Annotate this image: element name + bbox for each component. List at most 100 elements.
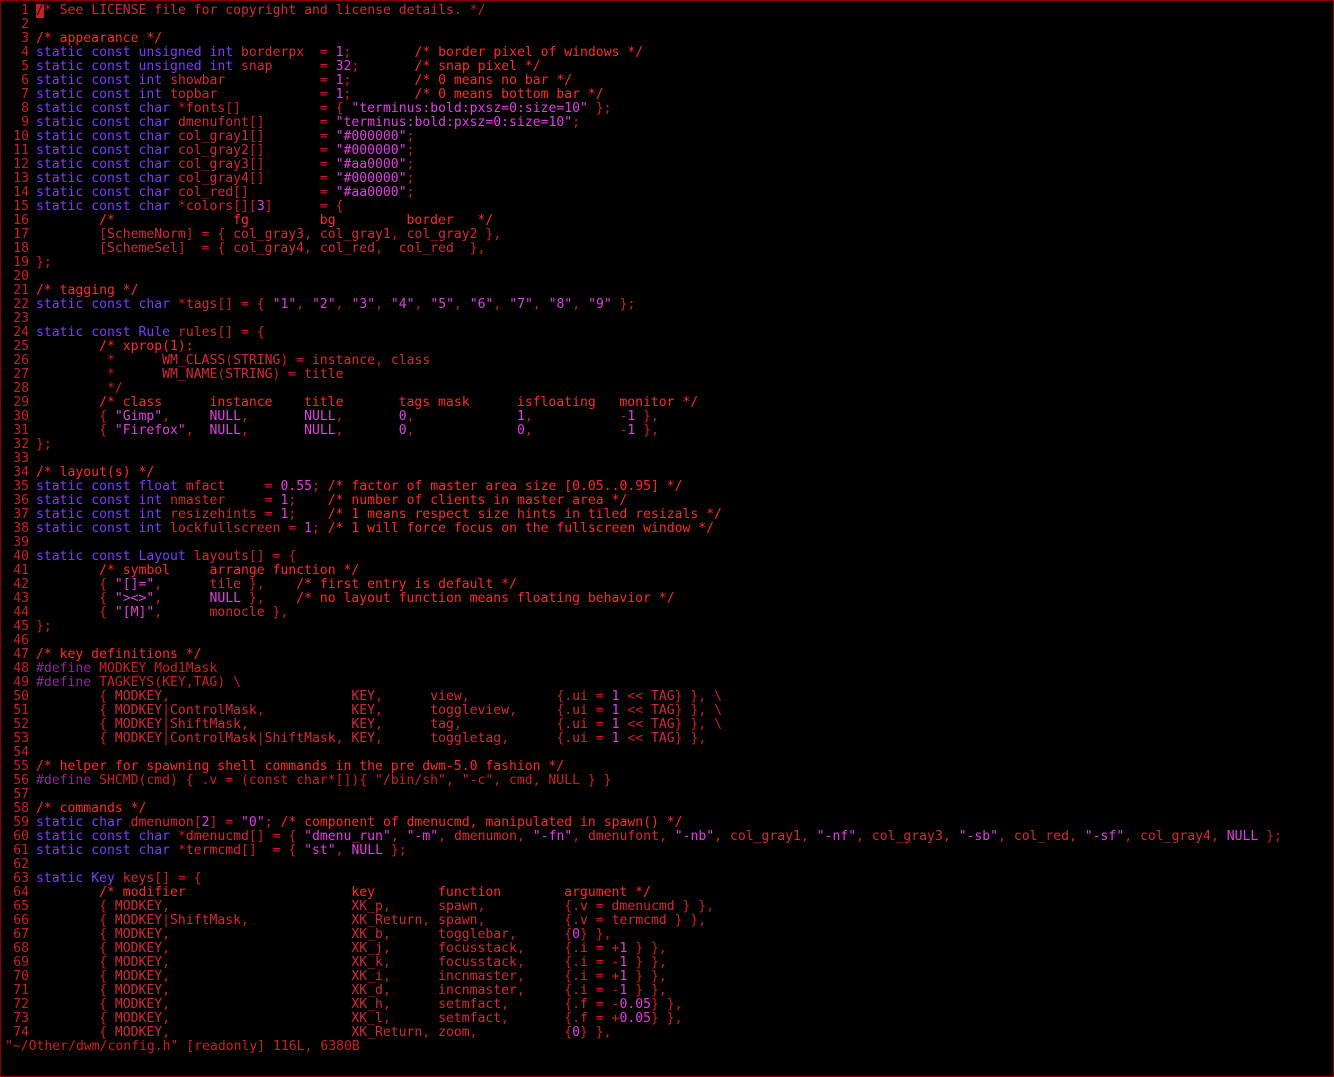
code-line[interactable]: 64 /* modifier key function argument */ — [5, 886, 1331, 900]
code-line[interactable]: 63 static Key keys[] = { — [5, 872, 1331, 886]
line-number: 9 — [21, 116, 29, 130]
code-line[interactable]: 58 /* commands */ — [5, 802, 1331, 816]
code-line[interactable]: 60 static const char *dmenucmd[] = { "dme… — [5, 830, 1331, 844]
code-line[interactable]: 30 { "Gimp", NULL, NULL, 0, 1, -1 }, — [5, 410, 1331, 424]
line-number: 18 — [13, 242, 29, 256]
code-line[interactable]: 35 static const float mfact = 0.55; /* fa… — [5, 480, 1331, 494]
code-line[interactable]: 44 { "[M]", monocle }, — [5, 606, 1331, 620]
line-number: 56 — [13, 774, 29, 788]
code-line[interactable]: 9 static const char dmenufont[] = "termin… — [5, 116, 1331, 130]
code-line[interactable]: 72 { MODKEY, XK_h, setmfact, {.f = -0.05… — [5, 998, 1331, 1012]
code-line[interactable]: 10 static const char col_gray1[] = "#0000… — [5, 130, 1331, 144]
code-line[interactable]: 38 static const int lockfullscreen = 1; /… — [5, 522, 1331, 536]
code-line[interactable]: 67 { MODKEY, XK_b, togglebar, {0} }, — [5, 928, 1331, 942]
line-text: { MODKEY|ControlMask, KEY, toggleview, {… — [36, 704, 722, 718]
code-line[interactable]: 4 static const unsigned int borderpx = 1;… — [5, 46, 1331, 60]
code-line[interactable]: 20 — [5, 270, 1331, 284]
line-number: 64 — [13, 886, 29, 900]
line-number: 61 — [13, 844, 29, 858]
line-number: 63 — [13, 872, 29, 886]
code-line[interactable]: 54 — [5, 746, 1331, 760]
code-line[interactable]: 66 { MODKEY|ShiftMask, XK_Return, spawn,… — [5, 914, 1331, 928]
line-text: static const char col_gray3[] = "#aa0000… — [36, 158, 415, 172]
code-line[interactable]: 37 static const int resizehints = 1; /* 1… — [5, 508, 1331, 522]
code-line[interactable]: 8 static const char *fonts[] = { "terminu… — [5, 102, 1331, 116]
code-line[interactable]: 49 #define TAGKEYS(KEY,TAG) \ — [5, 676, 1331, 690]
code-line[interactable]: 34 /* layout(s) */ — [5, 466, 1331, 480]
code-line[interactable]: 21 /* tagging */ — [5, 284, 1331, 298]
code-line[interactable]: 2 — [5, 18, 1331, 32]
code-line[interactable]: 7 static const int topbar = 1; /* 0 means… — [5, 88, 1331, 102]
code-line[interactable]: 28 */ — [5, 382, 1331, 396]
code-line[interactable]: 6 static const int showbar = 1; /* 0 mean… — [5, 74, 1331, 88]
line-number: 47 — [13, 648, 29, 662]
code-line[interactable]: 33 — [5, 452, 1331, 466]
line-text: /* See LICENSE file for copyright and li… — [36, 4, 486, 18]
line-text: { MODKEY, XK_h, setmfact, {.f = -0.05} }… — [36, 998, 683, 1012]
code-line[interactable]: 62 — [5, 858, 1331, 872]
code-line[interactable]: 13 static const char col_gray4[] = "#0000… — [5, 172, 1331, 186]
code-line[interactable]: 36 static const int nmaster = 1; /* numbe… — [5, 494, 1331, 508]
code-line[interactable]: 73 { MODKEY, XK_l, setmfact, {.f = +0.05… — [5, 1012, 1331, 1026]
line-number: 8 — [21, 102, 29, 116]
code-line[interactable]: 59 static char dmenumon[2] = "0"; /* comp… — [5, 816, 1331, 830]
code-line[interactable]: 18 [SchemeSel] = { col_gray4, col_red, c… — [5, 242, 1331, 256]
line-number: 50 — [13, 690, 29, 704]
line-number: 55 — [13, 760, 29, 774]
line-number: 27 — [13, 368, 29, 382]
code-line[interactable]: 23 — [5, 312, 1331, 326]
code-line[interactable]: 16 /* fg bg border */ — [5, 214, 1331, 228]
code-line[interactable]: 26 * WM_CLASS(STRING) = instance, class — [5, 354, 1331, 368]
code-line[interactable]: 3 /* appearance */ — [5, 32, 1331, 46]
line-number: 31 — [13, 424, 29, 438]
code-line[interactable]: 15 static const char *colors[][3] = { — [5, 200, 1331, 214]
line-text: { MODKEY|ShiftMask, XK_Return, spawn, {.… — [36, 914, 707, 928]
code-line[interactable]: 40 static const Layout layouts[] = { — [5, 550, 1331, 564]
code-line[interactable]: 14 static const char col_red[] = "#aa0000… — [5, 186, 1331, 200]
code-line[interactable]: 19}; — [5, 256, 1331, 270]
code-line[interactable]: 32}; — [5, 438, 1331, 452]
line-text: /* helper for spawning shell commands in… — [36, 760, 565, 774]
code-line[interactable]: 50 { MODKEY, KEY, view, {.ui = 1 << TAG}… — [5, 690, 1331, 704]
line-number: 37 — [13, 508, 29, 522]
code-line[interactable]: 43 { "><>", NULL }, /* no layout functio… — [5, 592, 1331, 606]
code-line[interactable]: 22 static const char *tags[] = { "1", "2"… — [5, 298, 1331, 312]
code-line[interactable]: 12 static const char col_gray3[] = "#aa00… — [5, 158, 1331, 172]
code-line[interactable]: 24 static const Rule rules[] = { — [5, 326, 1331, 340]
code-line[interactable]: 41 /* symbol arrange function */ — [5, 564, 1331, 578]
code-line[interactable]: 65 { MODKEY, XK_p, spawn, {.v = dmenucmd… — [5, 900, 1331, 914]
code-line[interactable]: 61 static const char *termcmd[] = { "st",… — [5, 844, 1331, 858]
line-text: static const char dmenufont[] = "terminu… — [36, 116, 581, 130]
line-number: 2 — [21, 18, 29, 32]
code-line[interactable]: 56 #define SHCMD(cmd) { .v = (const char*… — [5, 774, 1331, 788]
line-number: 48 — [13, 662, 29, 676]
vim-editor-buffer[interactable]: 1 /* See LICENSE file for copyright and l… — [5, 4, 1331, 1040]
line-number: 26 — [13, 354, 29, 368]
code-line[interactable]: 55 /* helper for spawning shell commands … — [5, 760, 1331, 774]
line-number: 54 — [13, 746, 29, 760]
code-line[interactable]: 53 { MODKEY|ControlMask|ShiftMask, KEY, … — [5, 732, 1331, 746]
code-line[interactable]: 51 { MODKEY|ControlMask, KEY, toggleview… — [5, 704, 1331, 718]
code-line[interactable]: 71 { MODKEY, XK_d, incnmaster, {.i = -1 … — [5, 984, 1331, 998]
code-line[interactable]: 11 static const char col_gray2[] = "#0000… — [5, 144, 1331, 158]
code-line[interactable]: 29 /* class instance title tags mask isf… — [5, 396, 1331, 410]
code-line[interactable]: 42 { "[]=", tile }, /* first entry is de… — [5, 578, 1331, 592]
code-line[interactable]: 74 { MODKEY, XK_Return, zoom, {0} }, — [5, 1026, 1331, 1040]
code-line[interactable]: 5 static const unsigned int snap = 32; /*… — [5, 60, 1331, 74]
code-line[interactable]: 25 /* xprop(1): — [5, 340, 1331, 354]
code-line[interactable]: 57 — [5, 788, 1331, 802]
code-line[interactable]: 48 #define MODKEY Mod1Mask — [5, 662, 1331, 676]
code-line[interactable]: 39 — [5, 536, 1331, 550]
code-line[interactable]: 45}; — [5, 620, 1331, 634]
code-line[interactable]: 1 /* See LICENSE file for copyright and l… — [5, 4, 1331, 18]
code-line[interactable]: 68 { MODKEY, XK_j, focusstack, {.i = +1 … — [5, 942, 1331, 956]
code-line[interactable]: 70 { MODKEY, XK_i, incnmaster, {.i = +1 … — [5, 970, 1331, 984]
code-line[interactable]: 17 [SchemeNorm] = { col_gray3, col_gray1… — [5, 228, 1331, 242]
code-line[interactable]: 27 * WM_NAME(STRING) = title — [5, 368, 1331, 382]
code-line[interactable]: 69 { MODKEY, XK_k, focusstack, {.i = -1 … — [5, 956, 1331, 970]
code-line[interactable]: 47 /* key definitions */ — [5, 648, 1331, 662]
code-line[interactable]: 31 { "Firefox", NULL, NULL, 0, 0, -1 }, — [5, 424, 1331, 438]
code-line[interactable]: 46 — [5, 634, 1331, 648]
line-number: 4 — [21, 46, 29, 60]
code-line[interactable]: 52 { MODKEY|ShiftMask, KEY, tag, {.ui = … — [5, 718, 1331, 732]
